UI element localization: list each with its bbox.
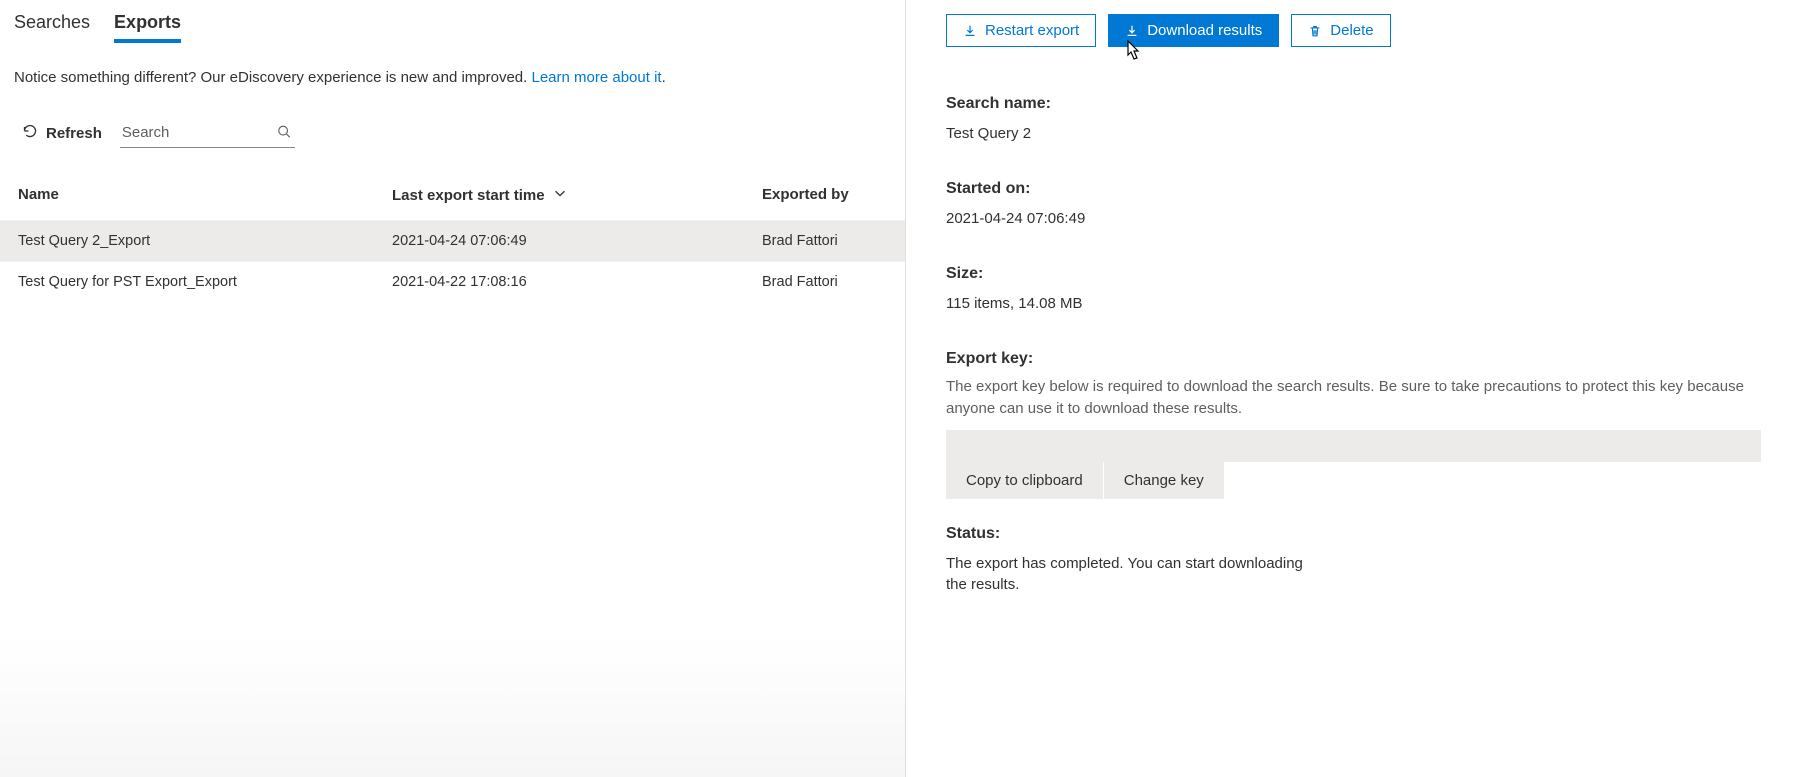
cell-by: Brad Fattori — [762, 274, 887, 290]
info-notice: Notice something different? Our eDiscove… — [0, 51, 905, 110]
change-key-button[interactable]: Change key — [1104, 462, 1224, 499]
search-name-section: Search name: Test Query 2 — [946, 95, 1761, 142]
copy-key-button[interactable]: Copy to clipboard — [946, 462, 1104, 499]
tab-searches[interactable]: Searches — [14, 12, 90, 43]
detail-action-bar: Restart export Download results Delete — [946, 14, 1761, 47]
status-label: Status: — [946, 525, 1761, 543]
export-key-actions: Copy to clipboard Change key — [946, 462, 1761, 499]
table-row[interactable]: Test Query for PST Export_Export 2021-04… — [0, 261, 905, 302]
column-header-time-label: Last export start time — [392, 187, 545, 204]
status-value: The export has completed. You can start … — [946, 553, 1326, 597]
cell-time: 2021-04-22 17:08:16 — [392, 274, 762, 290]
trash-icon — [1308, 24, 1322, 38]
search-icon — [277, 124, 291, 141]
size-section: Size: 115 items, 14.08 MB — [946, 265, 1761, 312]
bottom-gradient — [0, 637, 905, 777]
table-header-row: Name Last export start time Exported by — [0, 166, 905, 220]
notice-suffix: . — [662, 69, 666, 86]
search-field-wrap — [120, 118, 295, 148]
export-key-section: Export key: The export key below is requ… — [946, 350, 1761, 499]
learn-more-link[interactable]: Learn more about it — [531, 69, 661, 86]
status-section: Status: The export has completed. You ca… — [946, 525, 1761, 597]
search-name-label: Search name: — [946, 95, 1761, 113]
cell-time: 2021-04-24 07:06:49 — [392, 233, 762, 249]
restart-export-button[interactable]: Restart export — [946, 14, 1096, 47]
download-icon — [963, 24, 977, 38]
export-key-label: Export key: — [946, 350, 1761, 368]
download-label: Download results — [1147, 22, 1262, 39]
list-toolbar: Refresh — [0, 110, 905, 166]
column-header-name[interactable]: Name — [18, 186, 392, 204]
chevron-down-icon — [553, 186, 567, 204]
started-on-label: Started on: — [946, 180, 1761, 198]
search-name-value: Test Query 2 — [946, 125, 1761, 142]
cell-name: Test Query 2_Export — [18, 233, 392, 249]
started-on-value: 2021-04-24 07:06:49 — [946, 210, 1761, 227]
column-header-by[interactable]: Exported by — [762, 186, 887, 204]
export-detail-pane: Restart export Download results Delete S… — [905, 0, 1801, 777]
size-value: 115 items, 14.08 MB — [946, 295, 1761, 312]
export-key-field[interactable] — [946, 430, 1761, 462]
delete-button[interactable]: Delete — [1291, 14, 1390, 47]
refresh-icon — [22, 123, 38, 143]
started-on-section: Started on: 2021-04-24 07:06:49 — [946, 180, 1761, 227]
size-label: Size: — [946, 265, 1761, 283]
search-input[interactable] — [120, 118, 295, 147]
download-results-button[interactable]: Download results — [1108, 14, 1279, 47]
cell-name: Test Query for PST Export_Export — [18, 274, 392, 290]
refresh-label: Refresh — [46, 125, 102, 142]
restart-label: Restart export — [985, 22, 1079, 39]
cell-by: Brad Fattori — [762, 233, 887, 249]
table-row[interactable]: Test Query 2_Export 2021-04-24 07:06:49 … — [0, 220, 905, 261]
download-icon — [1125, 24, 1139, 38]
delete-label: Delete — [1330, 22, 1373, 39]
tab-exports[interactable]: Exports — [114, 12, 181, 43]
column-header-time[interactable]: Last export start time — [392, 186, 762, 204]
refresh-button[interactable]: Refresh — [22, 123, 102, 143]
export-key-help: The export key below is required to down… — [946, 376, 1761, 420]
notice-text: Notice something different? Our eDiscove… — [14, 69, 531, 86]
exports-list-pane: Searches Exports Notice something differ… — [0, 0, 905, 777]
tab-bar: Searches Exports — [0, 12, 905, 51]
